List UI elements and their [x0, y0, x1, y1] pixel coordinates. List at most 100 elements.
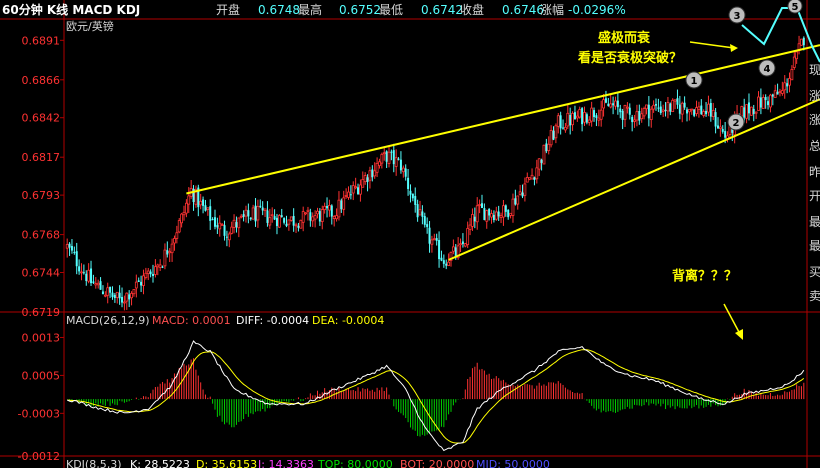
candle: [96, 279, 100, 289]
trendline: [186, 44, 820, 195]
candle: [90, 260, 93, 287]
candle: [471, 208, 474, 231]
macd-tick-label: -0.0012: [18, 450, 60, 463]
candle: [149, 269, 152, 278]
candle: [690, 108, 694, 115]
candle: [289, 216, 293, 222]
candle: [121, 287, 124, 308]
wave-marker-2: 2: [727, 113, 745, 131]
candle: [647, 96, 650, 127]
candle: [182, 205, 186, 221]
candle: [144, 267, 148, 280]
candle: [752, 104, 755, 122]
candle: [301, 206, 305, 232]
kdj-legend-j: J: 14.3363: [257, 458, 314, 468]
candle: [404, 164, 407, 181]
kdj-legend-name: KDJ(8,5,3): [66, 458, 122, 468]
candle: [304, 212, 307, 216]
candle: [695, 100, 698, 117]
candle: [292, 208, 295, 232]
candle: [244, 205, 248, 223]
candle: [621, 108, 624, 130]
candle: [693, 108, 696, 118]
candle: [387, 146, 391, 168]
candle: [311, 212, 315, 227]
candle: [754, 111, 758, 119]
candle: [749, 106, 753, 116]
candle: [533, 176, 536, 186]
candle: [483, 203, 486, 221]
candle: [152, 264, 155, 283]
candle: [619, 104, 622, 119]
candle: [202, 196, 205, 214]
candle: [459, 238, 462, 253]
candle: [411, 193, 414, 202]
candle: [392, 143, 395, 173]
svg-text:5: 5: [792, 2, 799, 13]
candle: [590, 101, 594, 127]
macd-legend-diff: DIFF: -0.0004: [236, 314, 309, 327]
candle: [463, 242, 467, 248]
candle: [313, 210, 317, 228]
candle: [390, 149, 393, 161]
wave-marker-3: 3: [728, 6, 746, 24]
candle: [745, 104, 748, 124]
candle: [323, 202, 327, 214]
candle: [340, 198, 343, 213]
candle: [562, 119, 565, 130]
candle: [268, 208, 272, 230]
candle: [687, 108, 691, 121]
candle: [599, 100, 603, 127]
candle: [585, 112, 588, 125]
candle: [451, 239, 455, 255]
candle: [511, 193, 515, 223]
candle: [385, 150, 388, 169]
candle: [673, 99, 677, 110]
candle: [80, 263, 83, 281]
candle: [184, 199, 188, 218]
candle: [239, 213, 243, 219]
candle: [227, 231, 231, 248]
kdj-legend-k: K: 28.5223: [130, 458, 190, 468]
candle: [604, 90, 607, 104]
kdj-legend-top: TOP: 80.0000: [317, 458, 393, 468]
price-tick-label: 0.6768: [22, 229, 61, 242]
candle: [702, 109, 706, 118]
candle: [545, 138, 548, 154]
candle: [707, 95, 710, 117]
diff-line: [66, 340, 805, 452]
candle: [435, 233, 438, 246]
candle: [382, 146, 386, 161]
candle: [414, 187, 417, 213]
candle: [349, 185, 352, 200]
candle: [94, 277, 98, 289]
candle: [523, 177, 527, 202]
candle: [153, 259, 157, 278]
candle: [332, 215, 336, 227]
candle: [330, 204, 333, 225]
divergence-text: 背离？？？: [672, 268, 737, 284]
candle: [366, 174, 369, 192]
candle: [432, 233, 436, 241]
candle: [726, 131, 729, 143]
candle: [106, 282, 110, 304]
candle: [537, 158, 541, 177]
candle: [125, 292, 129, 310]
candle: [764, 94, 767, 109]
candle: [337, 191, 341, 221]
candle: [113, 293, 116, 303]
candle: [118, 285, 121, 305]
candle: [326, 197, 329, 218]
svg-text:买: 买: [809, 265, 820, 279]
candle: [254, 198, 257, 227]
candle: [168, 248, 172, 262]
arrow-icon: [689, 41, 738, 52]
macd-legend-dea: DEA: -0.0004: [312, 314, 384, 327]
svg-text:现: 现: [809, 63, 820, 77]
candle: [661, 104, 665, 117]
change-value: -0.0296%: [568, 3, 626, 17]
candle: [485, 209, 489, 229]
candle: [82, 264, 85, 275]
candle: [540, 158, 543, 171]
candle: [664, 102, 667, 117]
